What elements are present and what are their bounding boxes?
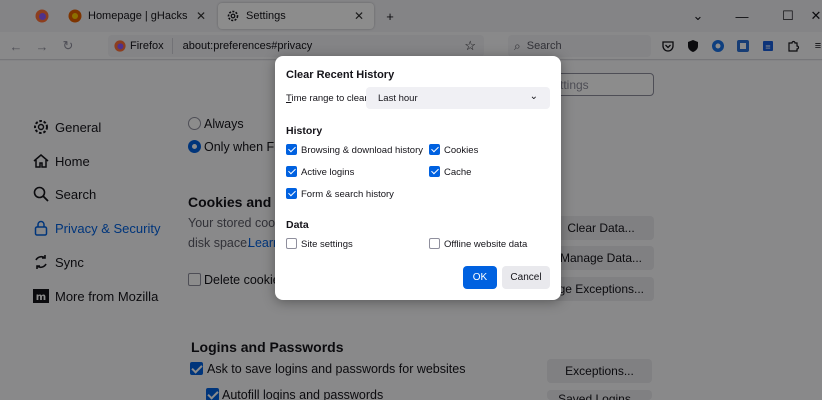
active-logins-label[interactable]: Active logins bbox=[301, 167, 354, 178]
cookies-label[interactable]: Cookies bbox=[444, 145, 478, 156]
site-settings-checkbox[interactable] bbox=[286, 238, 297, 249]
time-range-label-rest: ime range to clear: bbox=[291, 93, 371, 104]
cache-checkbox[interactable] bbox=[429, 166, 440, 177]
chevron-down-icon: ⌄ bbox=[529, 91, 538, 102]
active-logins-checkbox[interactable] bbox=[286, 166, 297, 177]
offline-website-data-checkbox[interactable] bbox=[429, 238, 440, 249]
dialog-title: Clear Recent History bbox=[286, 69, 395, 81]
site-settings-label[interactable]: Site settings bbox=[301, 239, 353, 250]
cancel-button[interactable]: Cancel bbox=[502, 266, 550, 289]
browsing-history-label[interactable]: Browsing & download history bbox=[301, 145, 423, 156]
cache-label[interactable]: Cache bbox=[444, 167, 471, 178]
form-search-history-checkbox[interactable] bbox=[286, 188, 297, 199]
history-section-heading: History bbox=[286, 125, 323, 137]
time-range-select[interactable]: Last hour ⌄ bbox=[366, 87, 550, 109]
data-section-heading: Data bbox=[286, 219, 309, 231]
clear-recent-history-dialog: Clear Recent History Time range to clear… bbox=[275, 56, 561, 300]
form-search-history-label[interactable]: Form & search history bbox=[301, 189, 394, 200]
ok-button[interactable]: OK bbox=[463, 266, 497, 289]
browsing-history-checkbox[interactable] bbox=[286, 144, 297, 155]
offline-website-data-label[interactable]: Offline website data bbox=[444, 239, 527, 250]
time-range-value: Last hour bbox=[378, 92, 418, 104]
cookies-checkbox[interactable] bbox=[429, 144, 440, 155]
time-range-label: Time range to clear: bbox=[286, 93, 371, 104]
